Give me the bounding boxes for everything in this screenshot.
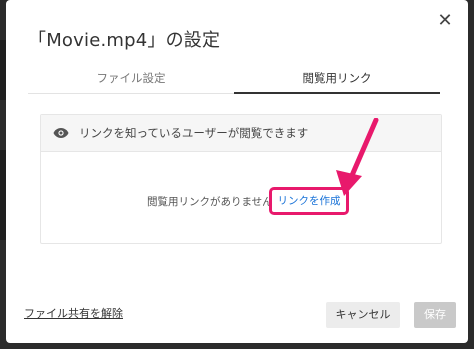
tab-bar: ファイル設定 閲覧用リンク [28,64,440,94]
highlight-arrow [336,118,379,196]
panel-header-text: リンクを知っているユーザーが閲覧できます [79,126,309,140]
tab-view-link[interactable]: 閲覧用リンク [234,64,440,92]
no-link-message: 閲覧用リンクがありません [147,196,273,208]
unshare-file-link[interactable]: ファイル共有を解除 [24,305,123,321]
eye-icon [53,128,69,138]
active-tab-indicator [234,92,440,94]
cancel-button[interactable]: キャンセル [326,302,400,328]
settings-dialog: ✕ 「Movie.mp4」の設定 ファイル設定 閲覧用リンク リンクを知っている… [6,0,468,343]
dialog-title: 「Movie.mp4」の設定 [28,30,221,51]
tab-file-settings[interactable]: ファイル設定 [28,64,234,92]
save-button[interactable]: 保存 [414,302,456,328]
close-icon[interactable]: ✕ [436,12,454,30]
